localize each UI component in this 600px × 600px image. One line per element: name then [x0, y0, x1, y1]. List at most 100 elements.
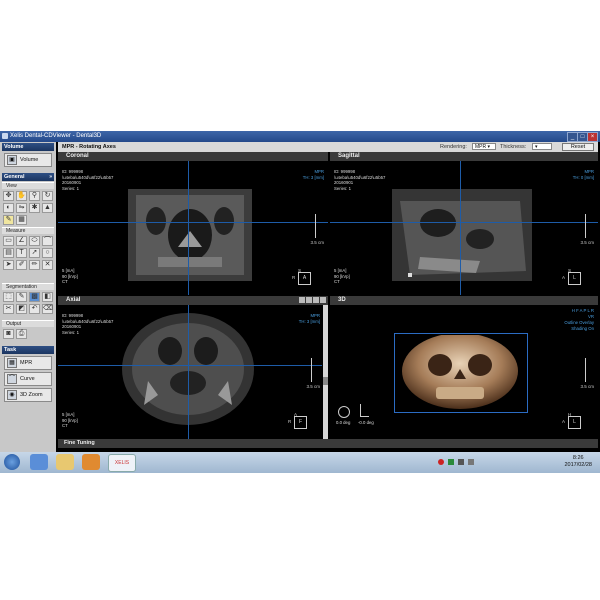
seg-undo-icon[interactable]: ↶	[29, 304, 40, 314]
capture-icon[interactable]: ◙	[3, 329, 14, 339]
3d-orientation-cube[interactable]: L	[568, 416, 581, 429]
segmentation-subsection[interactable]: Segmentation	[2, 283, 54, 290]
3d-shading: Shading On	[571, 326, 594, 331]
circle-icon[interactable]: ○	[42, 248, 53, 258]
explorer-taskbar-icon[interactable]	[56, 454, 74, 470]
seg-select-icon[interactable]: ⬚	[3, 292, 14, 302]
rotate-dial-icon[interactable]	[338, 406, 350, 418]
rendering-value: MPR	[475, 144, 487, 150]
sagittal-view[interactable]: Sagittal ID: 999998 \u4eba\u540d\u6f22\u…	[330, 152, 598, 295]
task-3dzoom-button[interactable]: ◉ 3D Zoom	[4, 388, 52, 402]
axial-scrollbar[interactable]	[323, 305, 328, 439]
axial-scroll-thumb[interactable]	[323, 377, 328, 385]
task-curve-button[interactable]: ⌒ Curve	[4, 372, 52, 386]
axial-center-label: F	[298, 419, 303, 425]
delete-measure-icon[interactable]: ✕	[42, 260, 53, 270]
annotation-icon[interactable]: ✎	[3, 215, 14, 225]
fine-tuning-bar[interactable]: Fine Tuning	[58, 439, 598, 448]
xelis-taskbar-button[interactable]: XELIS	[108, 454, 136, 472]
tray-alert-icon[interactable]	[438, 459, 444, 465]
left-tool-panel: Volume ▣ Volume General » View ✥ ✋ ⚲ ↻ ◐ …	[0, 142, 56, 452]
3d-angle-1: 0.0 deg	[336, 420, 351, 425]
layout-icon[interactable]	[313, 297, 319, 303]
fit-icon[interactable]: ✱	[29, 203, 40, 213]
print-icon[interactable]: ⎙	[16, 329, 27, 339]
filter-icon[interactable]: ▲	[42, 203, 53, 213]
volume-section-header[interactable]: Volume	[2, 143, 54, 151]
pointer-icon[interactable]: ➤	[3, 260, 14, 270]
axial-view[interactable]: Axial ID: 999998 \u4eba\u540d\u6f22\u5b5…	[58, 296, 328, 439]
tray-volume-icon[interactable]	[458, 459, 464, 465]
axial-scale: 3.5 cm	[306, 384, 320, 389]
coronal-orientation-cube[interactable]: A	[298, 272, 311, 285]
tray-battery-icon[interactable]	[468, 459, 474, 465]
xelis-taskbar-label: XELIS	[114, 460, 130, 466]
volume-button-label: Volume	[20, 157, 39, 163]
axial-left-label: R	[288, 419, 292, 424]
coronal-crosshair-v[interactable]	[188, 161, 189, 295]
3d-title: 3D	[338, 297, 346, 303]
ruler-icon[interactable]: ▭	[3, 236, 14, 246]
axial-orientation-cube[interactable]: F	[294, 416, 307, 429]
erase-icon[interactable]: ✏	[29, 260, 40, 270]
profile-icon[interactable]: ⌒	[42, 236, 53, 246]
restore-icon[interactable]	[299, 297, 305, 303]
window-title: Xelis Dental-CDViewer - Dental3D	[10, 133, 102, 139]
measure-subsection[interactable]: Measure	[2, 227, 54, 234]
text-icon[interactable]: T	[16, 248, 27, 258]
seg-clear-icon[interactable]: ⌫	[42, 304, 53, 314]
seg-color-icon[interactable]: ▩	[29, 292, 40, 302]
thickness-select[interactable]: ▾	[532, 143, 552, 150]
close-button[interactable]: ×	[587, 132, 598, 142]
3d-skull-render	[402, 335, 518, 409]
move-icon[interactable]: ✥	[3, 191, 14, 201]
window-title-bar[interactable]: Xelis Dental-CDViewer - Dental3D _ □ ×	[0, 131, 600, 142]
rotate-icon[interactable]: ↻	[42, 191, 53, 201]
window-level-icon[interactable]: ◐	[3, 203, 14, 213]
start-button[interactable]	[4, 454, 20, 470]
zoom-icon[interactable]: ⚲	[29, 191, 40, 201]
pan-icon[interactable]: ✋	[16, 191, 27, 201]
sagittal-crosshair-v[interactable]	[460, 161, 461, 295]
browser-taskbar-icon[interactable]	[30, 454, 48, 470]
density-icon[interactable]: ▤	[3, 248, 14, 258]
coronal-view[interactable]: Coronal ID: 999998 \u4eba\u540d\u6f22\u5…	[58, 152, 328, 295]
rendering-select[interactable]: MPR ▾	[472, 143, 496, 150]
axial-crosshair-h[interactable]	[58, 365, 322, 366]
taskbar-clock[interactable]: 8:26 2017/02/28	[564, 455, 592, 469]
seg-grow-icon[interactable]: ◩	[16, 304, 27, 314]
measure-tool-grid: ▭ ∠ ⬭ ⌒ ▤ T ➚ ○ ➤ ✐ ✏ ✕	[3, 236, 53, 270]
coronal-crosshair-h[interactable]	[58, 222, 328, 223]
axial-crosshair-v[interactable]	[188, 305, 189, 439]
sagittal-orientation-cube[interactable]: L	[568, 272, 581, 285]
angle-icon[interactable]: ∠	[16, 236, 27, 246]
task-mpr-button[interactable]: ▦ MPR	[4, 356, 52, 370]
3d-render-mode: VR	[588, 314, 594, 319]
output-sub-label: Output	[6, 321, 22, 327]
area-icon[interactable]: ⬭	[29, 236, 40, 246]
tray-network-icon[interactable]	[448, 459, 454, 465]
arrow-icon[interactable]: ➚	[29, 248, 40, 258]
view-subsection[interactable]: View	[2, 182, 54, 189]
seg-cut-icon[interactable]: ✂	[3, 304, 14, 314]
seg-fill-icon[interactable]: ◧	[42, 292, 53, 302]
3d-outline-overlay: Outline Overlay	[564, 320, 594, 325]
close-view-icon[interactable]	[320, 297, 326, 303]
flip-icon[interactable]: ⇋	[16, 203, 27, 213]
reset-view-icon[interactable]: ▦	[16, 215, 27, 225]
sagittal-scale: 3.5 cm	[580, 240, 594, 245]
volume-icon: ▣	[7, 155, 17, 165]
volume-button[interactable]: ▣ Volume	[4, 153, 52, 167]
seg-brush-icon[interactable]: ✎	[16, 292, 27, 302]
maximize-view-icon[interactable]	[306, 297, 312, 303]
sagittal-crosshair-h[interactable]	[330, 222, 598, 223]
draw-icon[interactable]: ✐	[16, 260, 27, 270]
reset-button[interactable]: Reset	[562, 143, 594, 151]
task-section-header[interactable]: Task	[2, 346, 54, 354]
general-section-header[interactable]: General »	[2, 173, 54, 181]
output-subsection[interactable]: Output	[2, 320, 54, 327]
media-taskbar-icon[interactable]	[82, 454, 100, 470]
collapse-icon[interactable]: »	[49, 173, 52, 181]
tilt-dial-icon[interactable]	[360, 404, 369, 417]
3d-view[interactable]: 3D H F A P L R VR Outline Overlay Shadin…	[330, 296, 598, 439]
